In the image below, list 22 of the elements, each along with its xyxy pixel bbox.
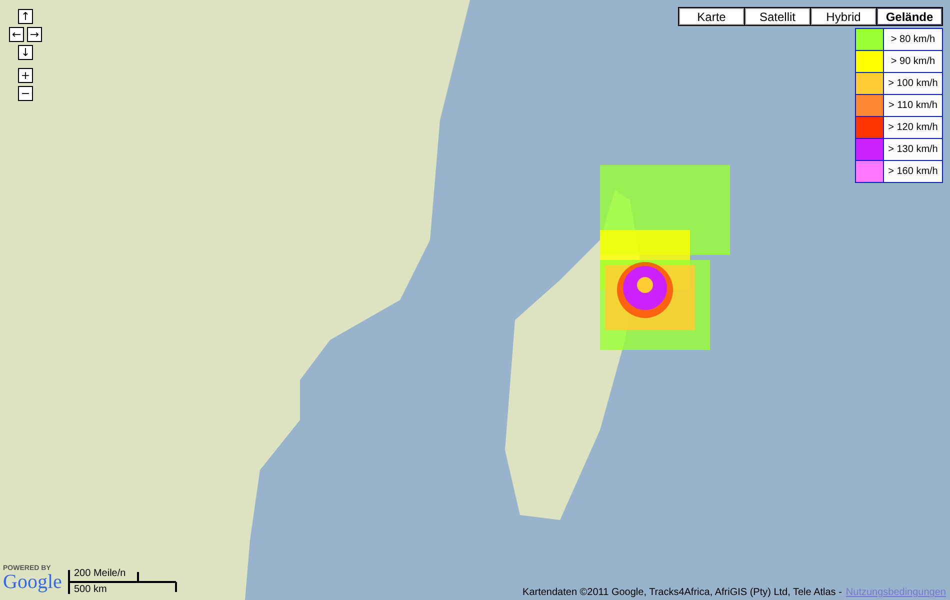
logo-text: Google [3, 572, 62, 592]
legend-label: > 160 km/h [884, 161, 942, 182]
scale-label: 200 Meile/n [74, 568, 126, 579]
scale-bar-icon [68, 570, 178, 594]
legend-label: > 130 km/h [884, 139, 942, 160]
legend-label: > 120 km/h [884, 117, 942, 138]
map-type-button[interactable]: Gelände [877, 8, 942, 25]
legend-label: > 90 km/h [884, 51, 942, 72]
zoom-button[interactable]: + [18, 68, 33, 83]
map-type-button[interactable]: Satellit [745, 8, 810, 25]
pan-button[interactable]: → [27, 27, 42, 42]
legend-label: > 100 km/h [884, 73, 942, 94]
pan-button[interactable]: ↑ [18, 9, 33, 24]
map-type-button[interactable]: Karte [679, 8, 744, 25]
scale-label: 500 km [74, 584, 107, 595]
legend-label: > 110 km/h [884, 95, 942, 116]
pan-button[interactable]: ← [9, 27, 24, 42]
legend-label: > 80 km/h [884, 29, 942, 50]
zoom-button[interactable]: − [18, 86, 33, 101]
map-type-button[interactable]: Hybrid [811, 8, 876, 25]
attribution-text: Kartendaten ©2011 Google, Tracks4Africa, AfriGIS (Pty) Ltd, Tele Atlas - [522, 587, 842, 598]
pan-button[interactable]: ↓ [18, 45, 33, 60]
